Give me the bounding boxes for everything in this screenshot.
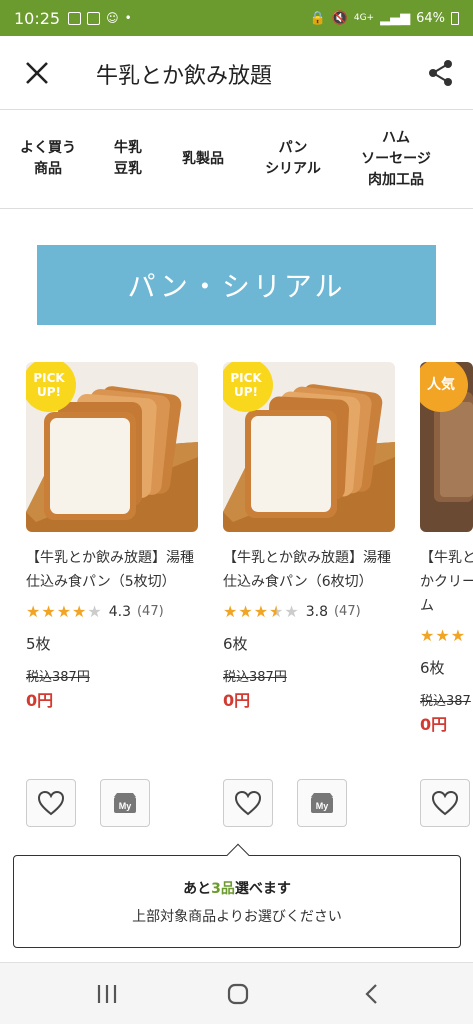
header: 牛乳とか飲み放題 bbox=[0, 36, 473, 110]
mute-icon: 🔇 bbox=[331, 10, 348, 26]
category-tab-ham[interactable]: ハム ソーセージ 肉加工品 bbox=[354, 128, 438, 191]
product-qty: 5枚 bbox=[26, 635, 51, 653]
product-qty: 6枚 bbox=[420, 659, 445, 677]
section-banner: パン・シリアル bbox=[37, 245, 436, 325]
product-rating: ★★★★★ 4.3 (47) bbox=[26, 602, 198, 621]
sale-price: 0円 bbox=[26, 691, 54, 710]
rating-value: 3.8 bbox=[305, 603, 328, 620]
card-actions bbox=[420, 779, 470, 827]
recents-icon[interactable] bbox=[95, 983, 119, 1005]
network-label: 4G+ bbox=[353, 13, 375, 23]
rating-value: 4.3 bbox=[108, 603, 131, 620]
product-card[interactable]: PICK UP! 【牛乳とか飲み放題】湯種仕込み食パン（6枚切） ★★★★★ 3… bbox=[223, 362, 395, 711]
favorite-button[interactable] bbox=[26, 779, 76, 827]
home-icon[interactable] bbox=[226, 983, 250, 1005]
product-image[interactable]: PICK UP! bbox=[26, 362, 198, 532]
popup-line-1: あと3品選べます bbox=[14, 878, 460, 898]
app-icon bbox=[87, 11, 101, 25]
heart-icon bbox=[234, 790, 262, 816]
product-name[interactable]: 【牛乳とか飲み放題】湯種仕込み食パン（5枚切） bbox=[26, 546, 198, 594]
my-list-icon: My bbox=[311, 793, 333, 813]
my-list-button[interactable]: My bbox=[100, 779, 150, 827]
popup-pointer bbox=[226, 843, 250, 867]
category-tab-bread[interactable]: パン シリアル bbox=[258, 138, 328, 180]
popup-prefix: あと bbox=[183, 881, 212, 897]
heart-icon bbox=[37, 790, 65, 816]
battery-label: 64% bbox=[416, 10, 445, 26]
popup-suffix: 選べます bbox=[234, 881, 291, 897]
product-rating: ★★★ bbox=[420, 626, 473, 645]
card-actions: My bbox=[223, 779, 347, 827]
rating-stars: ★★★ bbox=[420, 626, 467, 645]
favorite-button[interactable] bbox=[420, 779, 470, 827]
product-name[interactable]: 【牛乳とか飲み放題】湯種仕込み食パン（6枚切） bbox=[223, 546, 395, 594]
product-qty: 6枚 bbox=[223, 635, 248, 653]
back-icon[interactable] bbox=[360, 983, 384, 1005]
product-rating: ★★★★★ 3.8 (47) bbox=[223, 602, 395, 621]
system-icons: 🔒 🔇 4G+ ▂▄▆ 64% bbox=[309, 11, 459, 26]
review-count: (47) bbox=[136, 604, 164, 619]
signal-icon: ▂▄▆ bbox=[380, 10, 411, 26]
notification-icons: ☺ • bbox=[68, 11, 132, 25]
review-count: (47) bbox=[333, 604, 361, 619]
original-price: 税込387 bbox=[420, 694, 471, 709]
favorite-button[interactable] bbox=[223, 779, 273, 827]
product-image[interactable]: 人気 bbox=[420, 362, 473, 532]
svg-text:My: My bbox=[316, 801, 329, 811]
close-icon[interactable] bbox=[22, 58, 52, 88]
product-image[interactable]: PICK UP! bbox=[223, 362, 395, 532]
selection-popup: あと3品選べます 上部対象商品よりお選びください bbox=[13, 843, 461, 948]
product-card[interactable]: PICK UP! 【牛乳とか飲み放題】湯種仕込み食パン（5枚切） ★★★★★ 4… bbox=[26, 362, 198, 711]
original-price: 税込387円 bbox=[26, 670, 90, 685]
popup-remaining-count: 3品 bbox=[211, 881, 235, 897]
product-name[interactable]: 【牛乳とかクリーム bbox=[420, 546, 473, 618]
page-title: 牛乳とか飲み放題 bbox=[96, 64, 273, 89]
rating-stars: ★★★★★ bbox=[223, 602, 300, 621]
share-icon[interactable] bbox=[426, 58, 456, 88]
lock-icon: 🔒 bbox=[309, 10, 326, 26]
popup-line-2: 上部対象商品よりお選びください bbox=[132, 909, 342, 925]
sale-price: 0円 bbox=[420, 715, 448, 734]
incognito-icon: ☺ bbox=[106, 11, 119, 25]
category-tab-frequent[interactable]: よく買う 商品 bbox=[14, 138, 82, 180]
original-price: 税込387円 bbox=[223, 670, 287, 685]
dot-icon: • bbox=[124, 11, 132, 25]
category-tab-dairy[interactable]: 乳製品 bbox=[174, 149, 232, 170]
card-actions: My bbox=[26, 779, 150, 827]
rating-stars: ★★★★★ bbox=[26, 602, 103, 621]
svg-text:My: My bbox=[119, 801, 132, 811]
my-list-button[interactable]: My bbox=[297, 779, 347, 827]
battery-icon bbox=[451, 11, 459, 25]
heart-icon bbox=[431, 790, 459, 816]
product-card[interactable]: 人気 【牛乳とかクリーム ★★★ 6枚 税込387 0円 bbox=[420, 362, 473, 735]
sale-price: 0円 bbox=[223, 691, 251, 710]
system-nav-bar bbox=[0, 962, 473, 1024]
category-nav: よく買う 商品 牛乳 豆乳 乳製品 パン シリアル ハム ソーセージ 肉加工品 bbox=[0, 109, 473, 209]
my-list-icon: My bbox=[114, 793, 136, 813]
status-time: 10:25 bbox=[14, 8, 61, 28]
status-bar: 10:25 ☺ • 🔒 🔇 4G+ ▂▄▆ 64% bbox=[0, 0, 473, 36]
category-tab-milk[interactable]: 牛乳 豆乳 bbox=[106, 138, 150, 180]
gallery-icon bbox=[68, 11, 82, 25]
